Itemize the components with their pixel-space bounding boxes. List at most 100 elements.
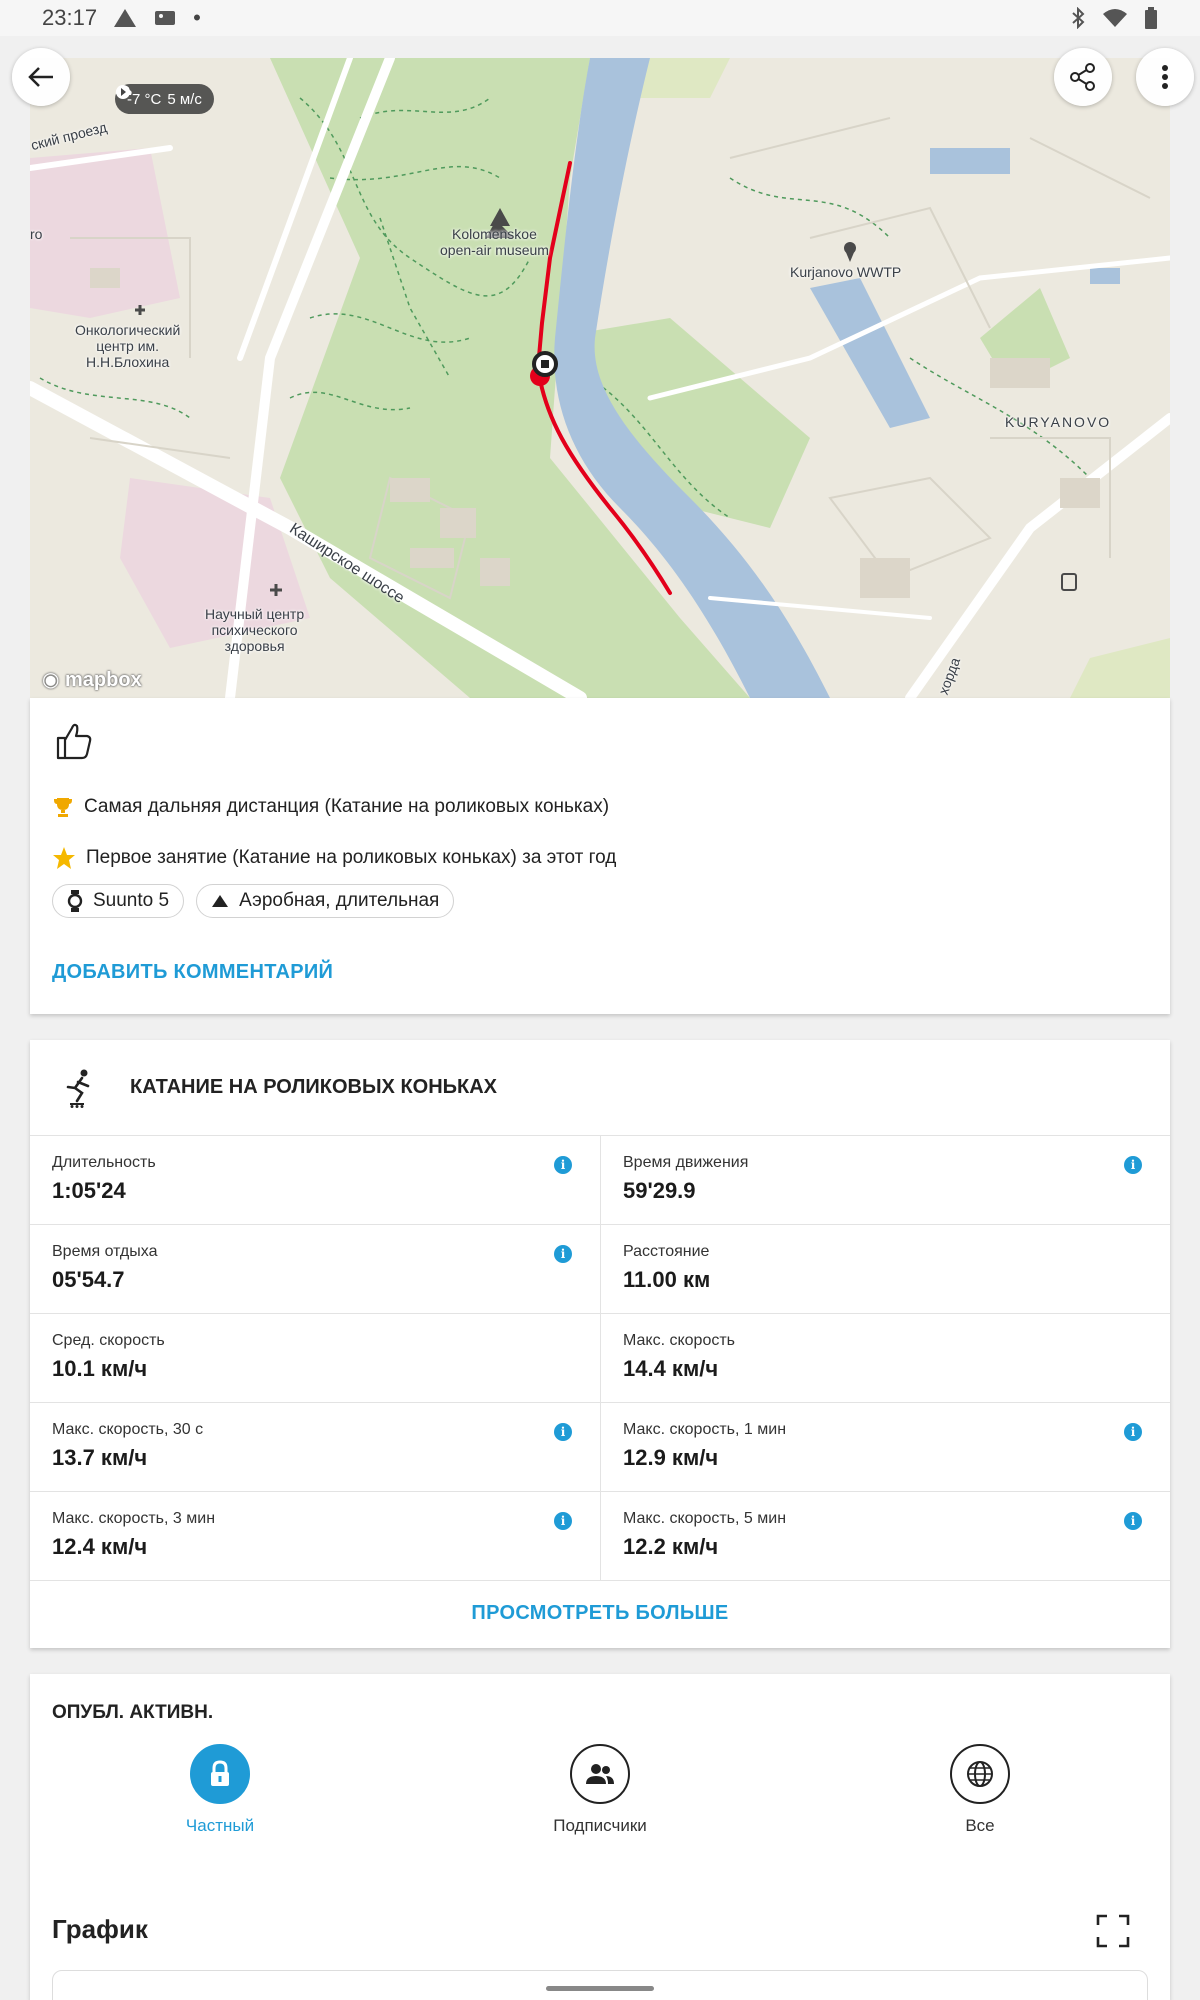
stat-label: Макс. скорость, 3 мин <box>52 1510 216 1527</box>
info-icon[interactable]: i <box>554 1156 572 1174</box>
publish-card: ОПУБЛ. АКТИВН. Частный Подписчики Все Гр… <box>30 1674 1170 2000</box>
stat-max-speed-3min: Макс. скорость, 3 мин 12.4 км/ч i <box>30 1492 600 1581</box>
achievement-longest: Самая дальняя дистанция (Катание на роли… <box>52 796 609 818</box>
status-bar: 23:17 • <box>0 0 1200 36</box>
info-icon[interactable]: i <box>1124 1512 1142 1530</box>
add-comment-button[interactable]: ДОБАВИТЬ КОММЕНТАРИЙ <box>52 961 333 984</box>
gallery-icon <box>155 11 176 25</box>
chip-device-label: Suunto 5 <box>93 890 170 911</box>
more-vertical-icon <box>1162 65 1168 89</box>
privacy-followers-label: Подписчики <box>553 1816 647 1835</box>
trophy-icon <box>54 798 72 817</box>
mapbox-attribution[interactable]: ◉ mapbox <box>42 667 142 692</box>
stat-rest-time: Время отдыха 05'54.7 i <box>30 1225 600 1314</box>
stat-max-speed-30s: Макс. скорость, 30 с 13.7 км/ч i <box>30 1403 600 1492</box>
stat-value: 1:05'24 <box>52 1178 126 1203</box>
inline-skating-icon <box>66 1069 90 1108</box>
tag-chips: Suunto 5 Аэробная, длительная <box>52 884 455 918</box>
stat-label: Длительность <box>52 1154 156 1171</box>
stat-value: 11.00 км <box>623 1267 711 1292</box>
map-label-wwtp: Kurjanovo WWTP <box>790 264 902 280</box>
map-label-museum: Kolomenskoe open-air museum <box>440 226 549 258</box>
map-label-psych: Научный центр психического здоровья <box>205 606 305 654</box>
stat-avg-speed: Сред. скорость 10.1 км/ч <box>30 1314 600 1403</box>
privacy-private-circle <box>190 1744 250 1804</box>
info-icon[interactable]: i <box>554 1512 572 1530</box>
stat-value: 12.2 км/ч <box>623 1534 719 1559</box>
privacy-followers-circle <box>570 1744 630 1804</box>
more-options-button[interactable] <box>1136 48 1194 106</box>
people-icon <box>586 1764 614 1784</box>
map-canvas <box>30 58 1170 698</box>
privacy-everyone-circle <box>950 1744 1010 1804</box>
stat-moving-time: Время движения 59'29.9 i <box>600 1136 1170 1225</box>
chip-training-effect-label: Аэробная, длительная <box>239 890 440 911</box>
chip-device[interactable]: Suunto 5 <box>52 884 185 918</box>
warning-icon <box>114 9 137 27</box>
gesture-navigation-bar[interactable] <box>546 1986 654 1991</box>
stat-value: 12.4 км/ч <box>52 1534 148 1559</box>
wind-direction-icon <box>116 85 130 99</box>
notification-dot: • <box>193 5 201 30</box>
fullscreen-icon[interactable] <box>1096 1914 1130 1948</box>
watch-icon <box>67 890 83 912</box>
stat-value: 05'54.7 <box>52 1267 125 1292</box>
stat-value: 59'29.9 <box>623 1178 696 1203</box>
summary-card: Самая дальняя дистанция (Катание на роли… <box>30 698 1170 1014</box>
share-icon <box>1070 63 1095 91</box>
mapbox-label: mapbox <box>65 669 142 691</box>
weather-wind: 5 м/с <box>167 90 202 108</box>
globe-icon <box>967 1761 993 1787</box>
share-button[interactable] <box>1054 48 1112 106</box>
privacy-private[interactable]: Частный <box>140 1744 300 1836</box>
thumbs-up-icon[interactable] <box>52 720 94 762</box>
weather-badge: -7 °C 5 м/с <box>115 84 214 114</box>
activity-title: КАТАНИЕ НА РОЛИКОВЫХ КОНЬКАХ <box>130 1076 498 1098</box>
privacy-everyone-label: Все <box>965 1816 995 1835</box>
graph-title: График <box>52 1914 148 1944</box>
stat-distance: Расстояние 11.00 км <box>600 1225 1170 1314</box>
stat-value: 12.9 км/ч <box>623 1445 719 1470</box>
back-button[interactable] <box>12 48 70 106</box>
route-map[interactable]: ский проезд ro Kolomenskoe open-air muse… <box>30 58 1170 698</box>
stat-max-speed-5min: Макс. скорость, 5 мин 12.2 км/ч i <box>600 1492 1170 1581</box>
privacy-followers[interactable]: Подписчики <box>520 1744 680 1836</box>
info-icon[interactable]: i <box>1124 1156 1142 1174</box>
stat-label: Макс. скорость, 5 мин <box>623 1510 787 1527</box>
privacy-everyone[interactable]: Все <box>900 1744 1060 1836</box>
star-icon <box>53 847 75 869</box>
stat-label: Макс. скорость, 1 мин <box>623 1421 787 1438</box>
arrow-left-icon <box>28 67 53 87</box>
triangle-up-icon <box>212 895 229 907</box>
chip-training-effect[interactable]: Аэробная, длительная <box>196 884 455 918</box>
stat-max-speed: Макс. скорость 14.4 км/ч <box>600 1314 1170 1403</box>
stat-label: Расстояние <box>623 1243 710 1260</box>
stat-label: Время движения <box>623 1154 749 1171</box>
info-icon[interactable]: i <box>554 1423 572 1441</box>
bluetooth-icon <box>1072 7 1085 29</box>
mapbox-logo-icon: ◉ <box>42 669 60 691</box>
achievement-first: Первое занятие (Катание на роликовых кон… <box>52 846 616 870</box>
view-more-button[interactable]: ПРОСМОТРЕТЬ БОЛЬШЕ <box>30 1602 1170 1625</box>
stat-label: Макс. скорость <box>623 1332 736 1349</box>
info-icon[interactable]: i <box>1124 1423 1142 1441</box>
activity-card: КАТАНИЕ НА РОЛИКОВЫХ КОНЬКАХ Длительност… <box>30 1040 1170 1648</box>
publish-title: ОПУБЛ. АКТИВН. <box>52 1702 214 1723</box>
stat-label: Время отдыха <box>52 1243 158 1260</box>
wifi-icon <box>1103 9 1127 27</box>
achievement-first-text: Первое занятие (Катание на роликовых кон… <box>86 847 617 868</box>
status-time: 23:17 <box>42 5 98 30</box>
lock-icon <box>211 1760 229 1786</box>
map-label-ro: ro <box>30 226 43 242</box>
map-label-onko: Онкологический центр им. Н.Н.Блохина <box>75 322 181 370</box>
map-label-kuryanovo: KURYANOVO <box>1005 414 1112 430</box>
stat-value: 13.7 км/ч <box>52 1445 148 1470</box>
privacy-private-label: Частный <box>185 1816 255 1835</box>
info-icon[interactable]: i <box>554 1245 572 1263</box>
stat-duration: Длительность 1:05'24 i <box>30 1136 600 1225</box>
stat-value: 14.4 км/ч <box>623 1356 719 1381</box>
achievement-longest-text: Самая дальняя дистанция (Катание на роли… <box>84 796 610 817</box>
graph-container <box>52 1970 1148 2000</box>
stat-label: Сред. скорость <box>52 1332 165 1349</box>
stat-label: Макс. скорость, 30 с <box>52 1421 204 1438</box>
